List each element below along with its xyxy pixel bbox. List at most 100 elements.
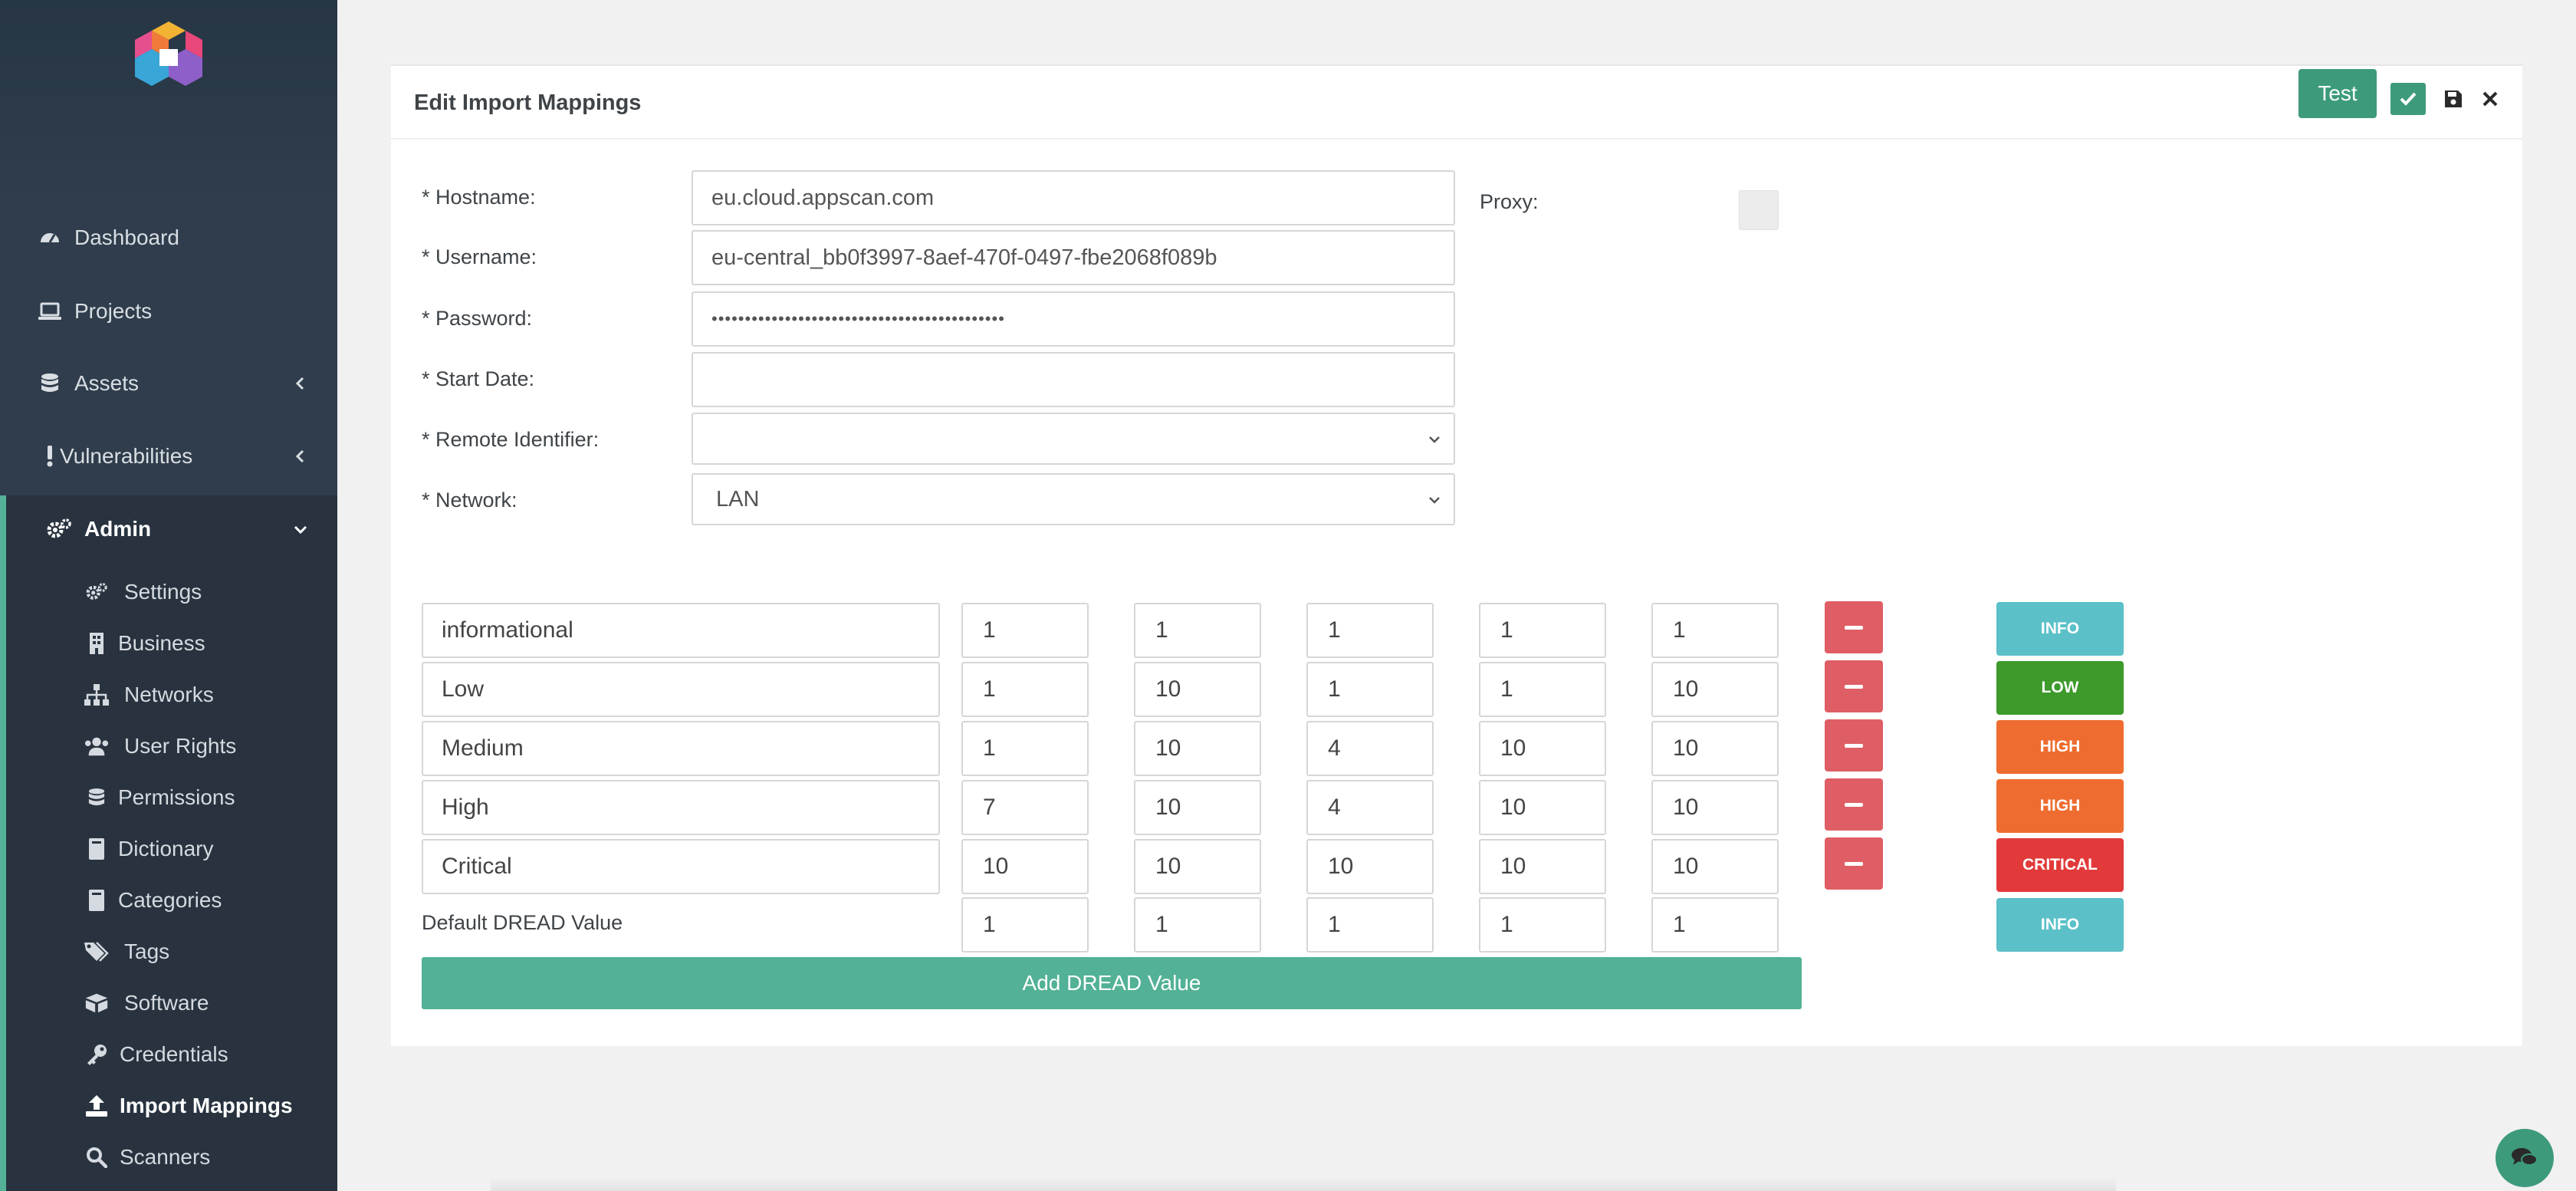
proxy-checkbox[interactable] bbox=[1739, 190, 1779, 230]
sidebar-item-software[interactable]: Software bbox=[0, 979, 337, 1028]
sidebar-item-categories[interactable]: Categories bbox=[0, 876, 337, 925]
default-dread-value-input[interactable]: 1 bbox=[1651, 897, 1779, 952]
save-button[interactable] bbox=[2438, 83, 2469, 115]
dread-value-input[interactable]: 10 bbox=[1479, 839, 1606, 894]
close-button[interactable] bbox=[2475, 83, 2505, 115]
edit-import-mappings-panel: Edit Import Mappings Test * Hostname: eu… bbox=[391, 64, 2522, 1046]
dread-value-input[interactable]: 10 bbox=[1134, 780, 1261, 835]
page-title: Edit Import Mappings bbox=[414, 90, 642, 115]
dread-value-input[interactable]: 1 bbox=[1479, 662, 1606, 717]
minus-icon bbox=[1845, 684, 1863, 689]
sidebar-item-label: Credentials bbox=[120, 1042, 228, 1066]
dread-value-input[interactable]: 1 bbox=[961, 721, 1089, 776]
sidebar-item-networks[interactable]: Networks bbox=[0, 670, 337, 719]
sidebar-item-vulnerabilities[interactable]: Vulnerabilities bbox=[0, 423, 337, 490]
dread-value-input[interactable]: 10 bbox=[1306, 839, 1434, 894]
remove-row-button[interactable] bbox=[1825, 601, 1883, 653]
sidebar-item-scanners[interactable]: Scanners bbox=[0, 1133, 337, 1182]
dread-value-input[interactable]: 1 bbox=[1306, 662, 1434, 717]
sidebar-item-credentials[interactable]: Credentials bbox=[0, 1030, 337, 1079]
chat-button[interactable] bbox=[2496, 1129, 2554, 1187]
dread-name-input[interactable]: High bbox=[422, 780, 940, 835]
network-select[interactable]: LAN bbox=[692, 473, 1455, 525]
tags-icon bbox=[84, 939, 109, 964]
remove-row-button[interactable] bbox=[1825, 778, 1883, 831]
sidebar-item-business[interactable]: Business bbox=[0, 619, 337, 668]
dread-value-input[interactable]: 10 bbox=[1651, 839, 1779, 894]
dread-value-input[interactable]: 7 bbox=[961, 780, 1089, 835]
dashboard-icon bbox=[37, 225, 63, 251]
password-label: * Password: bbox=[422, 307, 533, 330]
dread-value-input[interactable]: 1 bbox=[1134, 603, 1261, 658]
username-input[interactable]: eu-central_bb0f3997-8aef-470f-0497-fbe20… bbox=[692, 230, 1455, 285]
dread-value-input[interactable]: 10 bbox=[1651, 721, 1779, 776]
users-icon bbox=[84, 734, 109, 758]
dread-value-input[interactable]: 4 bbox=[1306, 721, 1434, 776]
default-dread-value-input[interactable]: 1 bbox=[1479, 897, 1606, 952]
sidebar-item-import-mappings[interactable]: Import Mappings bbox=[0, 1081, 337, 1130]
confirm-button[interactable] bbox=[2390, 83, 2426, 115]
dread-value-input[interactable]: 1 bbox=[1306, 603, 1434, 658]
dread-name-input[interactable]: Medium bbox=[422, 721, 940, 776]
dread-value-input[interactable]: 1 bbox=[1651, 603, 1779, 658]
dread-value-input[interactable]: 10 bbox=[1134, 839, 1261, 894]
sidebar: Dashboard Projects Assets Vulnerabilitie… bbox=[0, 0, 337, 1191]
sidebar-item-admin[interactable]: Admin bbox=[0, 495, 337, 563]
sidebar-item-dashboard[interactable]: Dashboard bbox=[0, 204, 337, 271]
save-icon bbox=[2445, 90, 2462, 107]
app-logo[interactable] bbox=[130, 18, 207, 89]
dread-name-input[interactable]: Critical bbox=[422, 839, 940, 894]
dread-value-input[interactable]: 10 bbox=[1651, 780, 1779, 835]
dread-name-input[interactable]: Low bbox=[422, 662, 940, 717]
sidebar-item-user-rights[interactable]: User Rights bbox=[0, 722, 337, 771]
start-date-input[interactable] bbox=[692, 352, 1455, 407]
minus-icon bbox=[1845, 743, 1863, 748]
sidebar-item-tags[interactable]: Tags bbox=[0, 927, 337, 976]
username-label: * Username: bbox=[422, 245, 537, 268]
book-icon bbox=[84, 888, 109, 913]
password-input[interactable]: ••••••••••••••••••••••••••••••••••••••••… bbox=[692, 291, 1455, 347]
boxes-icon bbox=[84, 991, 109, 1015]
sidebar-item-settings[interactable]: Settings bbox=[0, 568, 337, 617]
severity-badge: LOW bbox=[1996, 661, 2124, 715]
sidebar-item-permissions[interactable]: Permissions bbox=[0, 773, 337, 822]
default-dread-value-input[interactable]: 1 bbox=[1306, 897, 1434, 952]
dread-value-input[interactable]: 10 bbox=[1134, 662, 1261, 717]
dread-value-input[interactable]: 10 bbox=[1479, 780, 1606, 835]
remove-row-button[interactable] bbox=[1825, 660, 1883, 712]
dread-value-input[interactable]: 10 bbox=[1134, 721, 1261, 776]
default-dread-value-input[interactable]: 1 bbox=[1134, 897, 1261, 952]
default-dread-value-input[interactable]: 1 bbox=[961, 897, 1089, 952]
dread-name-input[interactable]: informational bbox=[422, 603, 940, 658]
check-icon bbox=[2400, 92, 2417, 106]
panel-header: Edit Import Mappings Test bbox=[391, 66, 2522, 140]
key-icon bbox=[84, 1042, 109, 1067]
sitemap-icon bbox=[84, 683, 109, 707]
sidebar-item-projects[interactable]: Projects bbox=[0, 278, 337, 345]
add-dread-value-button[interactable]: Add DREAD Value bbox=[422, 957, 1802, 1009]
chevron-down-icon bbox=[1429, 497, 1440, 504]
exclamation-icon bbox=[37, 443, 63, 469]
sidebar-item-dictionary[interactable]: Dictionary bbox=[0, 824, 337, 874]
severity-badge: HIGH bbox=[1996, 720, 2124, 774]
sidebar-item-label: Import Mappings bbox=[120, 1094, 293, 1117]
remote-identifier-select[interactable] bbox=[692, 413, 1455, 465]
hostname-input[interactable]: eu.cloud.appscan.com bbox=[692, 170, 1455, 225]
dread-value-input[interactable]: 10 bbox=[1651, 662, 1779, 717]
test-button[interactable]: Test bbox=[2298, 69, 2377, 118]
dread-value-input[interactable]: 1 bbox=[961, 662, 1089, 717]
remove-row-button[interactable] bbox=[1825, 837, 1883, 890]
dread-value-input[interactable]: 4 bbox=[1306, 780, 1434, 835]
dread-value-input[interactable]: 1 bbox=[961, 603, 1089, 658]
sidebar-item-label: Business bbox=[118, 631, 205, 655]
minus-icon bbox=[1845, 625, 1863, 630]
database-icon bbox=[84, 785, 109, 810]
dread-value-input[interactable]: 1 bbox=[1479, 603, 1606, 658]
dread-value-input[interactable]: 10 bbox=[1479, 721, 1606, 776]
minus-icon bbox=[1845, 861, 1863, 866]
sidebar-item-assets[interactable]: Assets bbox=[0, 350, 337, 417]
dread-value-input[interactable]: 10 bbox=[961, 839, 1089, 894]
sidebar-item-label: Categories bbox=[118, 888, 222, 912]
upload-icon bbox=[84, 1094, 109, 1118]
remove-row-button[interactable] bbox=[1825, 719, 1883, 772]
